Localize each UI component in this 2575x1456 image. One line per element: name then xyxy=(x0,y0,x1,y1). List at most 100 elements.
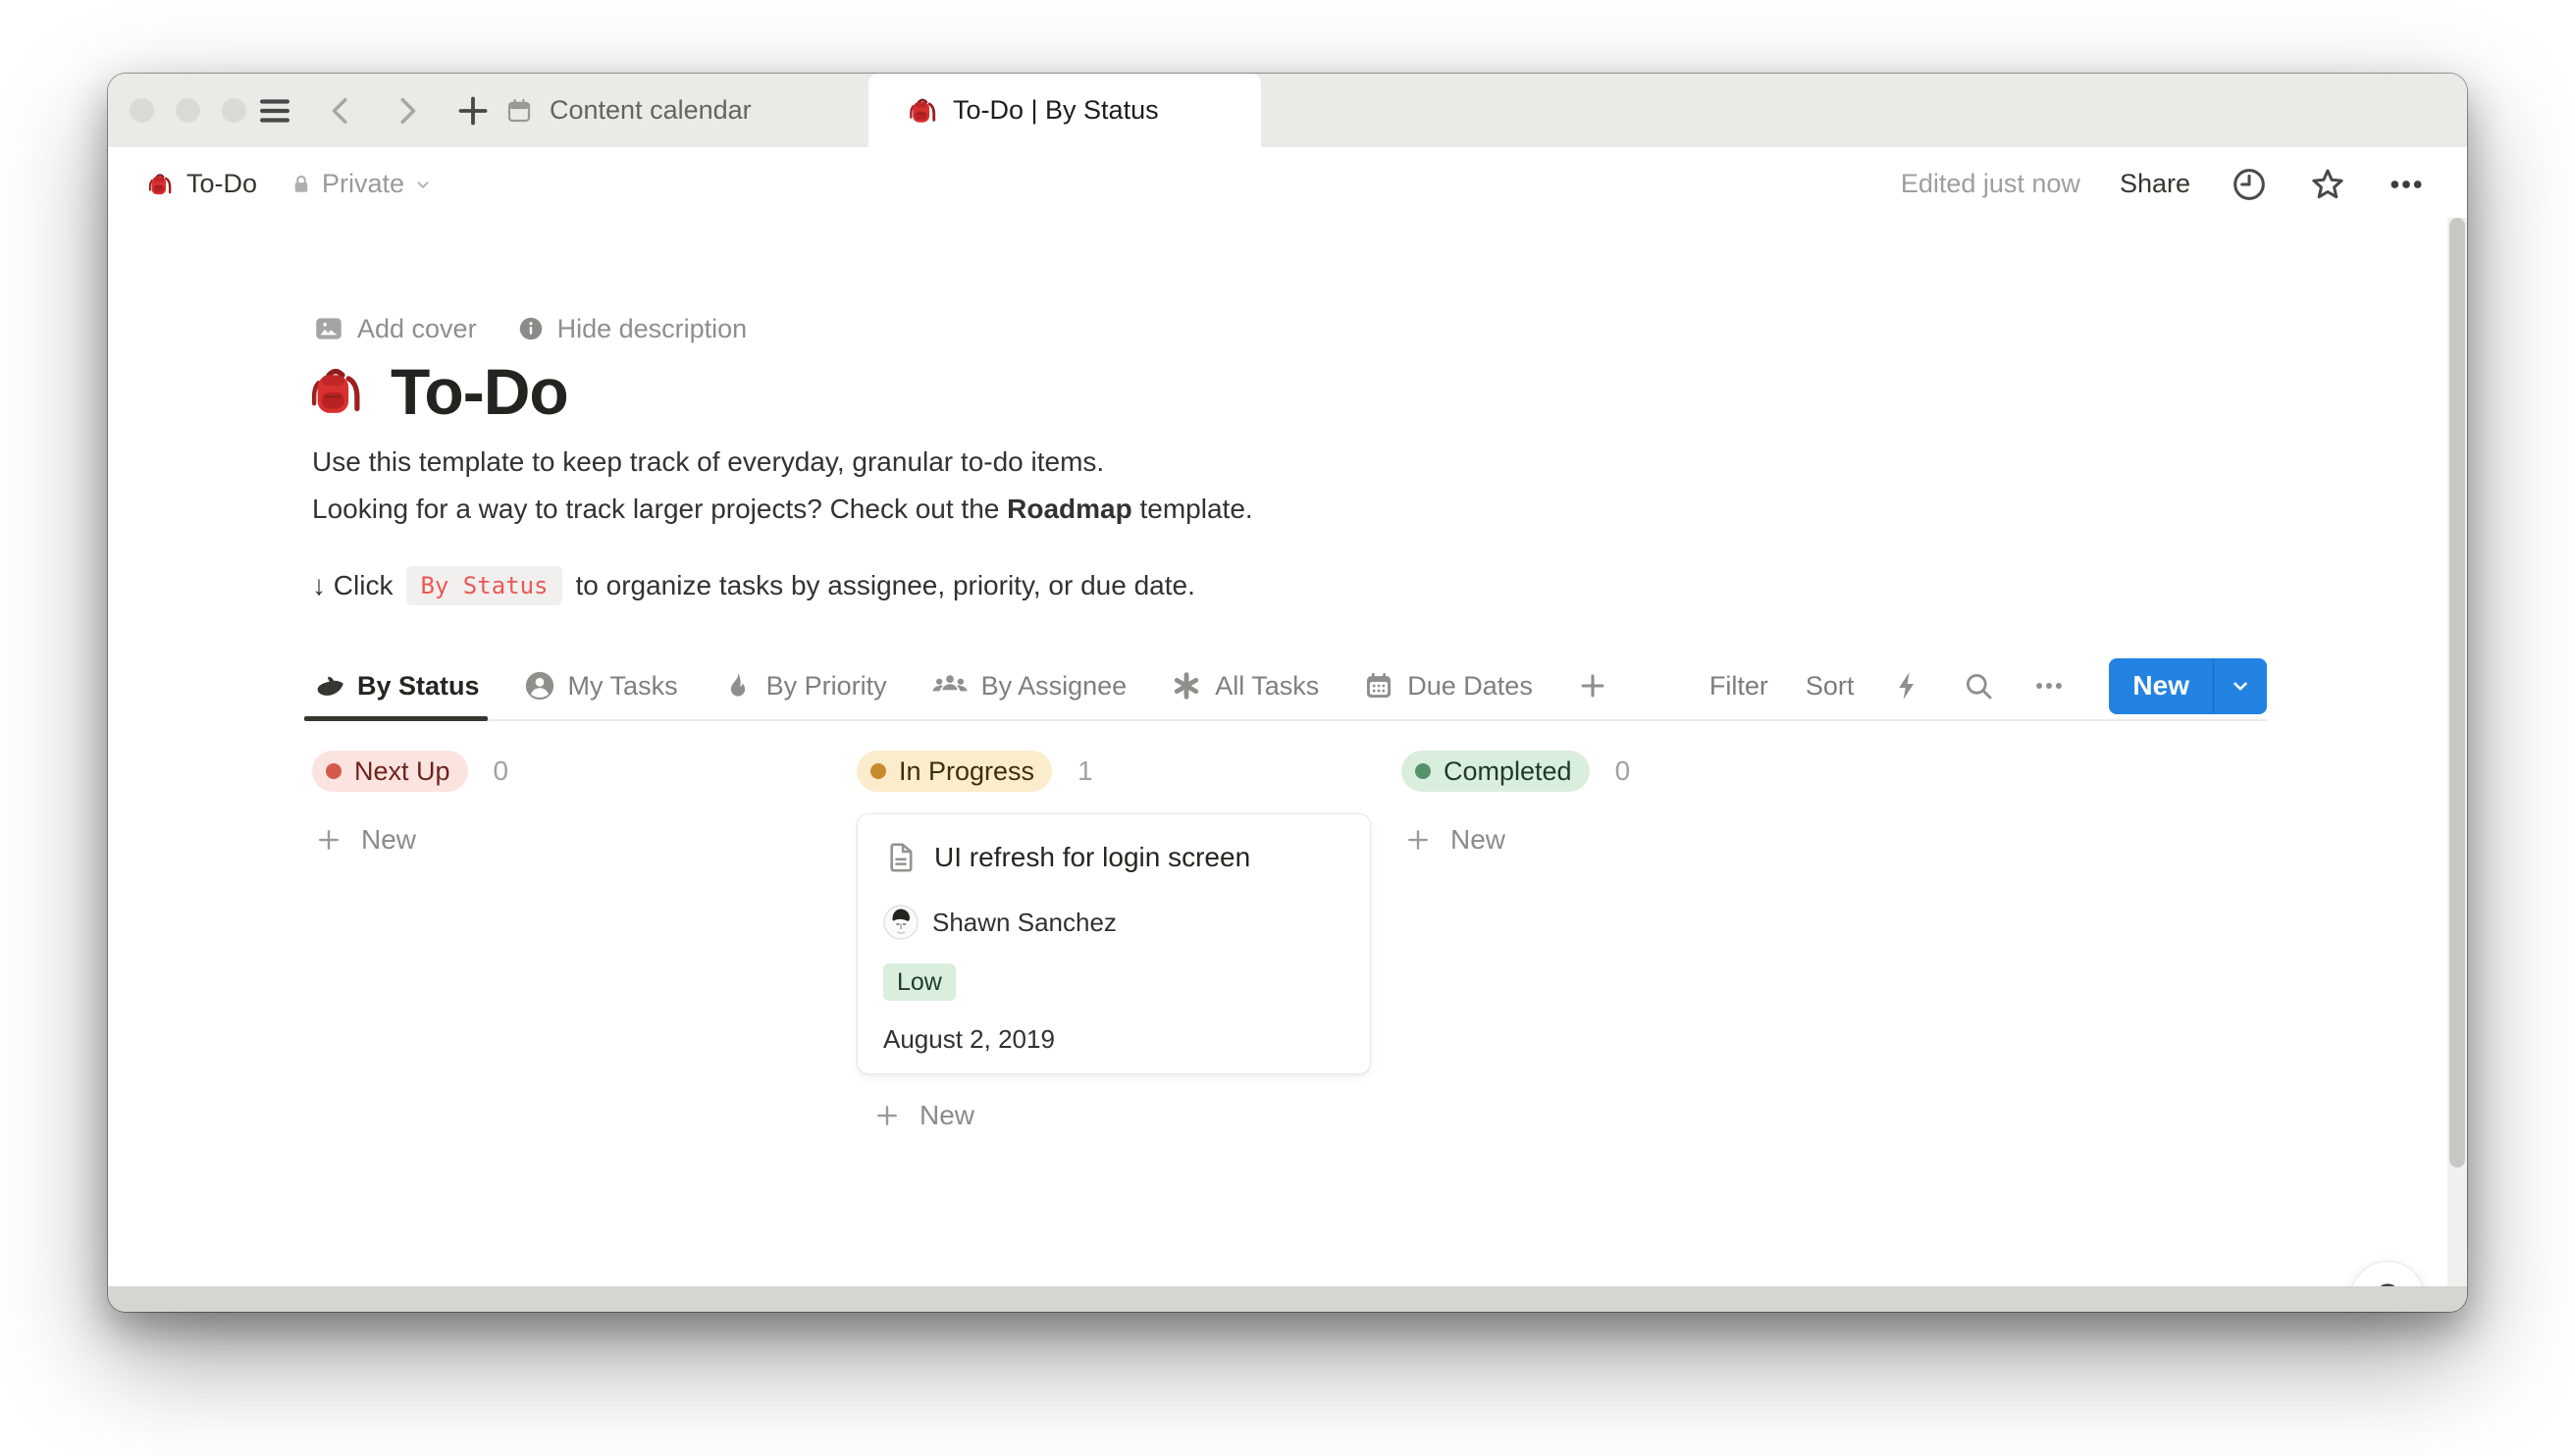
history-clock-icon[interactable] xyxy=(2230,165,2269,204)
add-card-label: New xyxy=(361,824,416,856)
breadcrumb: To-Do Private xyxy=(147,169,434,199)
sidebar-menu-icon[interactable] xyxy=(255,91,294,130)
plus-icon xyxy=(1403,825,1433,855)
roadmap-link[interactable]: Roadmap xyxy=(1007,494,1132,524)
add-cover-label: Add cover xyxy=(357,314,477,344)
view-tab-by-priority[interactable]: By Priority xyxy=(721,650,887,721)
traffic-lights xyxy=(130,74,246,147)
column-next-up: Next Up 0 New xyxy=(312,751,826,856)
status-pill-next-up[interactable]: Next Up xyxy=(312,751,468,792)
view-tabs: By Status My Tasks B xyxy=(312,650,1609,721)
status-dot xyxy=(870,763,886,779)
back-icon[interactable] xyxy=(324,93,359,129)
assignee-name: Shawn Sanchez xyxy=(932,908,1117,938)
status-label: In Progress xyxy=(899,756,1034,787)
new-button-dropdown[interactable] xyxy=(2213,658,2267,714)
view-tab-by-assignee[interactable]: By Assignee xyxy=(930,650,1128,721)
by-status-code: By Status xyxy=(406,566,561,605)
card-due-date: August 2, 2019 xyxy=(883,1024,1344,1055)
card-assignee-row: Shawn Sanchez xyxy=(883,905,1344,940)
view-tab-label: By Priority xyxy=(766,671,887,702)
more-options-icon[interactable] xyxy=(2387,165,2426,204)
column-header[interactable]: In Progress 1 xyxy=(857,751,1371,792)
status-label: Completed xyxy=(1444,756,1572,787)
add-card-label: New xyxy=(1450,824,1505,856)
info-icon xyxy=(516,314,546,343)
backpack-icon xyxy=(908,96,937,126)
board-view-pepper-icon xyxy=(312,669,345,702)
view-more-icon[interactable] xyxy=(2032,669,2066,702)
priority-label: Low xyxy=(897,968,942,997)
column-header[interactable]: Completed 0 xyxy=(1401,751,1916,792)
status-pill-in-progress[interactable]: In Progress xyxy=(857,751,1052,792)
callout-prefix: ↓ Click xyxy=(312,570,393,601)
sort-button[interactable]: Sort xyxy=(1806,671,1855,702)
person-icon xyxy=(523,669,556,702)
view-tab-due-dates[interactable]: Due Dates xyxy=(1362,650,1533,721)
window-tab-bar: Content calendar To-Do | By Status xyxy=(108,74,2467,147)
tab-todo-by-status[interactable]: To-Do | By Status xyxy=(868,74,1261,147)
edited-status: Edited just now xyxy=(1901,169,2080,199)
new-tab-icon[interactable] xyxy=(453,91,493,130)
help-button[interactable]: ? xyxy=(2350,1261,2425,1286)
automation-lightning-icon[interactable] xyxy=(1891,669,1924,702)
asterisk-icon xyxy=(1170,669,1203,702)
privacy-dropdown[interactable]: Private xyxy=(289,169,434,199)
task-card[interactable]: UI refresh for login screen Shawn Sanche… xyxy=(857,813,1371,1074)
breadcrumb-title[interactable]: To-Do xyxy=(186,169,257,199)
add-card-button[interactable]: New xyxy=(872,1100,1371,1131)
page-header: To-Do Private Edited just now Share xyxy=(108,147,2467,221)
view-tab-by-status[interactable]: By Status xyxy=(312,650,480,721)
vertical-scrollbar xyxy=(2447,218,2467,1286)
view-tab-all-tasks[interactable]: All Tasks xyxy=(1170,650,1319,721)
forward-icon[interactable] xyxy=(389,93,424,129)
column-header[interactable]: Next Up 0 xyxy=(312,751,826,792)
minimize-window-button[interactable] xyxy=(176,98,200,123)
chevron-down-icon xyxy=(412,174,434,195)
tab-label: Content calendar xyxy=(550,95,752,126)
assignee-avatar xyxy=(883,905,919,940)
kanban-board: Next Up 0 New In xyxy=(312,751,2267,1280)
scrollbar-thumb[interactable] xyxy=(2449,218,2465,1168)
backpack-icon[interactable] xyxy=(308,364,363,419)
add-card-button[interactable]: New xyxy=(314,824,826,856)
priority-pill-low: Low xyxy=(883,963,956,1001)
status-label: Next Up xyxy=(354,756,450,787)
view-tab-label: All Tasks xyxy=(1215,671,1319,702)
new-button-label: New xyxy=(2109,658,2213,714)
plus-icon xyxy=(314,825,343,855)
filter-button[interactable]: Filter xyxy=(1709,671,1768,702)
hide-description-button[interactable]: Hide description xyxy=(516,314,748,344)
backpack-icon xyxy=(147,172,173,197)
share-button[interactable]: Share xyxy=(2120,169,2190,199)
horizontal-scrollbar-track[interactable] xyxy=(108,1286,2467,1312)
zoom-window-button[interactable] xyxy=(222,98,246,123)
view-tab-label: By Status xyxy=(357,671,480,702)
nav-controls xyxy=(255,74,493,147)
description-line-2: Looking for a way to track larger projec… xyxy=(312,494,1253,525)
add-card-button[interactable]: New xyxy=(1403,824,1916,856)
callout-line: ↓ Click By Status to organize tasks by a… xyxy=(312,566,1195,605)
notion-window: Content calendar To-Do | By Status To-Do… xyxy=(108,74,2467,1312)
new-button[interactable]: New xyxy=(2109,658,2267,714)
plus-icon xyxy=(872,1101,902,1130)
card-title-row: UI refresh for login screen xyxy=(883,840,1344,875)
page-title[interactable]: To-Do xyxy=(391,354,568,429)
add-cover-button[interactable]: Add cover xyxy=(312,312,477,345)
card-title: UI refresh for login screen xyxy=(934,842,1250,873)
view-tab-my-tasks[interactable]: My Tasks xyxy=(523,650,678,721)
chevron-down-icon xyxy=(2228,673,2253,699)
add-card-label: New xyxy=(920,1100,974,1131)
page-title-row: To-Do xyxy=(308,354,568,429)
column-count: 0 xyxy=(494,755,509,787)
page-doc-icon xyxy=(883,840,919,875)
column-completed: Completed 0 New xyxy=(1401,751,1916,856)
favorite-star-icon[interactable] xyxy=(2308,165,2347,204)
add-view-icon[interactable] xyxy=(1576,669,1609,702)
close-window-button[interactable] xyxy=(130,98,154,123)
search-icon[interactable] xyxy=(1962,669,1995,702)
status-pill-completed[interactable]: Completed xyxy=(1401,751,1590,792)
tab-content-calendar[interactable]: Content calendar xyxy=(504,74,752,147)
status-dot xyxy=(1415,763,1431,779)
hide-description-label: Hide description xyxy=(557,314,748,344)
